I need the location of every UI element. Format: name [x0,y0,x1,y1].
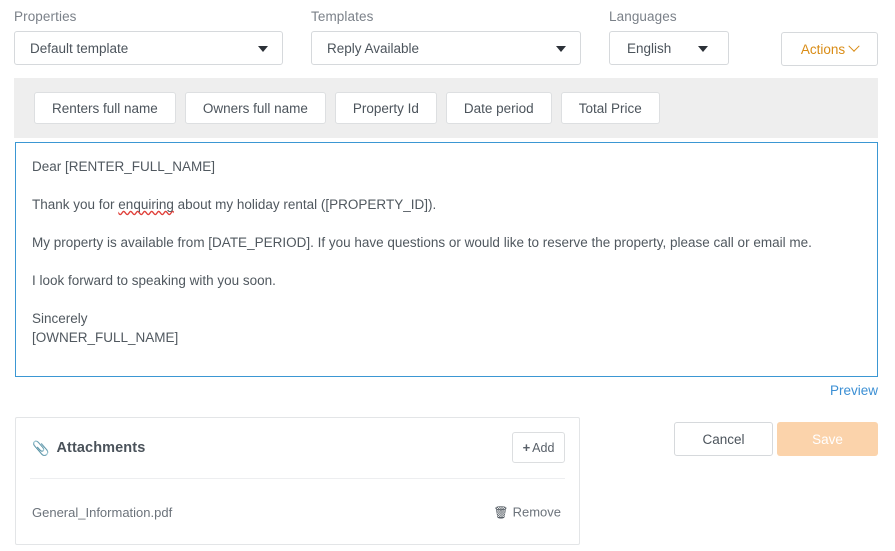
properties-field: Properties Default template [14,9,283,65]
paperclip-icon: 📎 [32,439,50,456]
properties-label: Properties [14,9,77,24]
signoff-line1: Sincerely [32,311,88,326]
remove-attachment-label: Remove [512,504,561,520]
properties-select[interactable]: Default template [14,31,283,65]
languages-field: Languages English [609,9,729,65]
languages-select[interactable]: English [609,31,729,65]
templates-select[interactable]: Reply Available [311,31,581,65]
chevron-down-icon [556,46,566,52]
add-attachment-button[interactable]: + Add [512,432,565,463]
attachment-row: General_Information.pdf 🗑 Remove [16,479,579,545]
selector-toolbar: Properties Default template Templates Re… [0,0,895,76]
actions-button[interactable]: Actions [781,32,878,66]
actions-button-label: Actions [800,41,846,57]
editor-paragraph-signoff: Sincerely [OWNER_FULL_NAME] [32,309,861,347]
add-attachment-label: Add [532,440,555,455]
attachments-title: Attachments [56,440,146,456]
cancel-button[interactable]: Cancel [674,422,773,456]
placeholder-date-period[interactable]: Date period [445,92,552,124]
templates-label: Templates [311,9,374,24]
properties-select-value: Default template [30,40,129,56]
placeholder-total-price[interactable]: Total Price [560,92,660,124]
editor-paragraph-greeting: Dear [RENTER_FULL_NAME] [32,159,216,174]
editor-paragraph-thanks: Thank you for enquiring about my holiday… [32,195,861,214]
languages-select-value: English [627,40,672,56]
attachments-header: 📎 Attachments + Add [16,418,579,478]
remove-attachment-button[interactable]: 🗑 Remove [493,505,561,520]
placeholder-toolbar: Renters full name Owners full name Prope… [14,78,878,138]
templates-field: Templates Reply Available [311,9,581,65]
editor-paragraph-closing: I look forward to speaking with you soon… [32,273,276,288]
thanks-suffix: about my holiday rental ([PROPERTY_ID]). [173,197,437,212]
chevron-down-icon [698,46,708,52]
message-editor[interactable]: Dear [RENTER_FULL_NAME] Thank you for en… [15,142,878,377]
placeholder-property-id[interactable]: Property Id [334,92,437,124]
attachments-panel: 📎 Attachments + Add General_Information.… [15,417,580,545]
editor-paragraph-availability: My property is available from [DATE_PERI… [32,235,812,250]
chevron-down-icon [848,40,860,52]
templates-select-value: Reply Available [327,40,420,56]
languages-label: Languages [609,9,677,24]
misspelled-word: enquiring [118,197,174,212]
thanks-prefix: Thank you for [32,197,119,212]
signoff-line2: [OWNER_FULL_NAME] [32,330,179,345]
plus-icon: + [522,440,531,455]
attachment-file-name: General_Information.pdf [32,504,173,520]
preview-link[interactable]: Preview [0,383,878,398]
placeholder-renters-full-name[interactable]: Renters full name [34,92,176,124]
trash-icon: 🗑 [493,505,509,519]
placeholder-owners-full-name[interactable]: Owners full name [184,92,326,124]
save-button[interactable]: Save [777,422,878,456]
chevron-down-icon [258,46,268,52]
